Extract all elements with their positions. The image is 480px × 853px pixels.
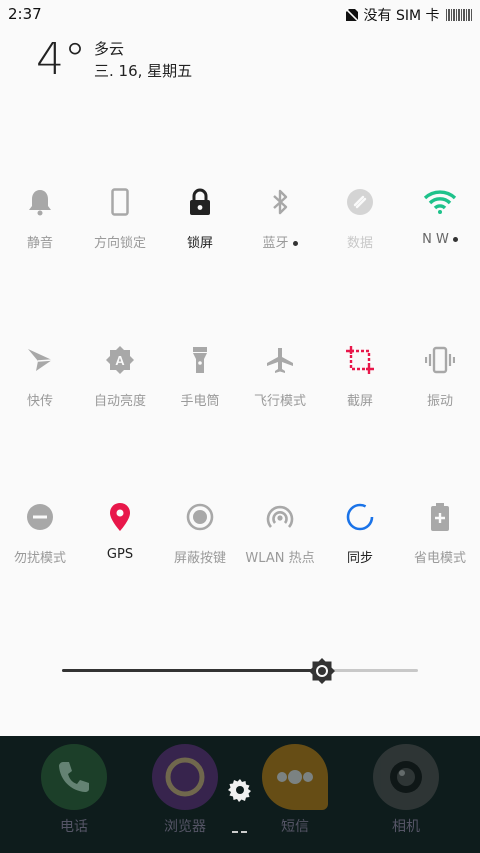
data-icon (344, 186, 376, 218)
tile-label: 手电筒 (180, 394, 220, 409)
carrier-text: 没有 SIM 卡 (363, 8, 440, 24)
battery-icon (445, 9, 472, 21)
status-right: 没有 SIM 卡 (345, 5, 472, 25)
wifi-icon (424, 186, 456, 218)
tile-label: 锁屏 (186, 236, 213, 251)
tile-label: 自动亮度 (93, 394, 146, 409)
sms-app-icon[interactable] (262, 744, 328, 810)
crop-icon (344, 344, 376, 376)
tile-dnd[interactable]: 勿扰模式 (0, 501, 80, 601)
tile-label: 飞行模式 (253, 394, 306, 409)
status-bar: 2:37 没有 SIM 卡 (0, 0, 480, 28)
tile-hotspot[interactable]: WLAN 热点 (240, 501, 320, 601)
tile-auto-brightness[interactable]: A 自动亮度 (80, 344, 160, 444)
location-pin-icon (104, 501, 136, 533)
brightness-slider[interactable] (62, 656, 418, 686)
tile-label: 勿扰模式 (13, 551, 66, 566)
tile-screenshot[interactable]: 截屏 (320, 344, 400, 444)
paper-plane-icon (24, 344, 56, 376)
vibrate-icon (424, 344, 456, 376)
minus-circle-icon (24, 501, 56, 533)
status-time: 2:37 (8, 5, 42, 23)
weather-widget[interactable]: 4° 多云 三. 16, 星期五 (36, 34, 336, 90)
flashlight-icon (184, 344, 216, 376)
no-sim-icon (345, 9, 358, 21)
phone-rotation-icon (104, 186, 136, 218)
phone-app-icon[interactable] (41, 744, 107, 810)
battery-plus-icon (424, 501, 456, 533)
tile-label: 蓝牙 (240, 232, 320, 251)
tile-power-saving[interactable]: 省电模式 (400, 501, 480, 601)
radio-button-icon (184, 501, 216, 533)
brightness-auto-icon: A (104, 344, 136, 376)
tile-rotation-lock[interactable]: 方向锁定 (80, 186, 160, 286)
dock-label-camera: 相机 (392, 819, 420, 835)
tile-flashlight[interactable]: 手电筒 (160, 344, 240, 444)
tile-wlan[interactable]: N W (400, 186, 480, 286)
tile-airplane[interactable]: 飞行模式 (240, 344, 320, 444)
drag-handle[interactable] (232, 831, 248, 834)
tile-label: 同步 (346, 551, 373, 566)
camera-app-icon[interactable] (373, 744, 439, 810)
tile-label: 省电模式 (413, 551, 466, 566)
tile-vibrate[interactable]: 振动 (400, 344, 480, 444)
tile-lock-screen[interactable]: 锁屏 (160, 186, 240, 286)
temperature: 4° (36, 34, 86, 85)
tile-label: 数据 (346, 236, 373, 251)
tile-label: GPS (106, 547, 134, 562)
hotspot-icon (264, 501, 296, 533)
weather-condition: 多云 (94, 40, 125, 58)
dock: 电话 浏览器 短信 相机 (0, 736, 480, 853)
dock-label-sms: 短信 (281, 819, 309, 835)
tile-label: 振动 (426, 394, 453, 409)
dock-label-phone: 电话 (60, 819, 88, 835)
svg-text:A: A (115, 353, 125, 368)
tile-block-keys[interactable]: 屏蔽按键 (160, 501, 240, 601)
gear-icon[interactable] (228, 778, 252, 802)
tile-bluetooth[interactable]: 蓝牙 (240, 186, 320, 286)
tile-gps[interactable]: GPS (80, 501, 160, 601)
bluetooth-icon (264, 186, 296, 218)
tile-mute[interactable]: 静音 (0, 186, 80, 286)
dock-label-browser: 浏览器 (164, 819, 206, 835)
weather-date: 三. 16, 星期五 (94, 62, 193, 80)
browser-app-icon[interactable] (152, 744, 218, 810)
tile-data[interactable]: 数据 (320, 186, 400, 286)
tile-label: 快传 (26, 394, 53, 409)
brightness-thumb-icon[interactable] (308, 658, 335, 684)
bell-icon (24, 186, 56, 218)
tile-quick-share[interactable]: 快传 (0, 344, 80, 444)
slider-fill (62, 669, 322, 672)
tile-label: 屏蔽按键 (173, 551, 226, 566)
sync-icon (344, 501, 376, 533)
airplane-icon (264, 344, 296, 376)
tile-label: 截屏 (346, 394, 373, 409)
tile-sync[interactable]: 同步 (320, 501, 400, 601)
tile-label: 静音 (26, 236, 53, 251)
lock-icon (184, 186, 216, 218)
tile-label: N W (400, 232, 480, 247)
tile-label: WLAN 热点 (245, 551, 315, 566)
tile-label: 方向锁定 (93, 236, 146, 251)
